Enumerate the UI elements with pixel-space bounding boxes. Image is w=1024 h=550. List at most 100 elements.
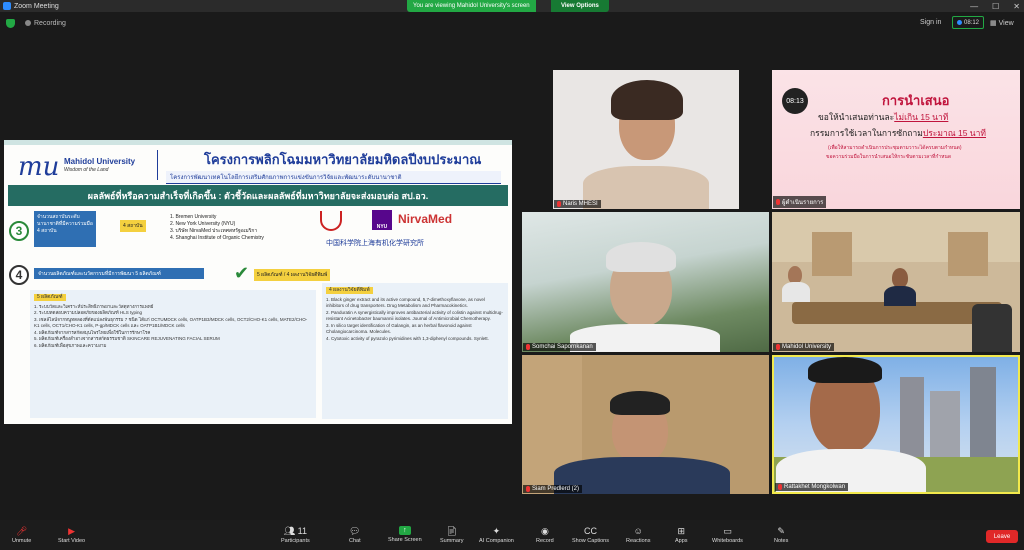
publication-item: 3. In silico target identification of Ga… (326, 322, 472, 335)
apps-icon: ⊞ (677, 526, 686, 536)
institution-list: 1. Bremen University 2. New York Univers… (170, 214, 264, 242)
step-4-badge: 5 ผลิตภัณฑ์ / 4 ผลงานวิจัยตีพิมพ์ (254, 269, 331, 281)
captions-icon: CC (584, 526, 597, 536)
view-options-button[interactable]: View Options (551, 0, 609, 12)
close-icon[interactable]: ✕ (1013, 2, 1020, 11)
show-captions-button[interactable]: CC Show Captions (572, 526, 609, 544)
whiteboards-button[interactable]: ▭ Whiteboards (712, 526, 743, 544)
participant-name-label: Mahidol University (773, 343, 835, 351)
institution-item: 4. Shanghai Institute of Organic Chemist… (170, 235, 264, 241)
products-header: 5 ผลิตภัณฑ์ (34, 294, 66, 301)
record-label: Record (536, 538, 554, 544)
video-tile-slide[interactable]: 08:13 การนำเสนอ ขอให้นำเสนอท่านละไม่เกิน… (772, 70, 1020, 209)
nyu-logo: NYU (372, 210, 392, 230)
ai-companion-label: AI Companion (479, 538, 514, 544)
participant-hair (610, 391, 670, 415)
maximize-icon[interactable]: ☐ (992, 2, 999, 11)
slide-top-strip (4, 140, 512, 145)
timer-text: 08:12 (963, 19, 979, 26)
participant-face (892, 268, 908, 288)
slide-line-2-highlight: ประมาณ 15 นาที (922, 128, 986, 138)
participant-body (782, 282, 810, 302)
participant-name: Mahidol University (782, 344, 832, 350)
bremen-logo (320, 211, 342, 231)
slide-line-1-text: ขอให้นำเสนอท่านละ (818, 112, 895, 122)
security-shield-icon[interactable] (6, 18, 15, 28)
participant-name-label: ผู้ดำเนินรายการ (773, 196, 827, 208)
participant-name: Somchai Sapornkanan (532, 344, 593, 350)
unmute-button[interactable]: 🎤︎ Unmute (12, 526, 31, 544)
muted-mic-icon (778, 484, 782, 490)
whiteboard-icon: ▭ (723, 526, 732, 536)
start-video-button[interactable]: ▶ Start Video (58, 526, 85, 544)
share-screen-button[interactable]: ↑ Share Screen (388, 526, 422, 543)
participant-name-label: Rattakhet Mongkolwan (775, 483, 849, 491)
chat-label: Chat (349, 538, 361, 544)
participants-label: Participants (281, 538, 310, 544)
participants-button[interactable]: 👥︎ 11 Participants (281, 526, 310, 544)
record-button[interactable]: ◉ Record (536, 526, 554, 544)
step-3-badge: 4 สถาบัน (120, 220, 146, 232)
recording-dot-icon (25, 20, 31, 26)
participant-name: Siam Predlerd (2) (532, 486, 580, 492)
viewing-banner: You are viewing Mahidol University's scr… (407, 0, 536, 12)
participants-count: 11 (297, 526, 308, 536)
slide-timer: 08:13 (782, 88, 808, 114)
summary-button[interactable]: 📄︎ Summary (440, 526, 464, 544)
slide-line-2: กรรมการใช้เวลาในการซักถามประมาณ 15 นาที (810, 126, 986, 140)
slide-section-banner: ผลลัพธ์ที่หรือความสำเร็จที่เกิดขึ้น : ตั… (8, 185, 508, 206)
participant-hair (606, 242, 676, 272)
slide-note-2: ขอความร่วมมือในการนำเสนอให้กระชับตามเวลา… (826, 154, 952, 160)
view-button[interactable]: ▦ View (990, 19, 1014, 28)
apps-button[interactable]: ⊞ Apps (675, 526, 688, 544)
sign-in-link[interactable]: Sign in (920, 19, 941, 26)
video-off-icon: ▶ (68, 526, 76, 536)
slide-line-1: ขอให้นำเสนอท่านละไม่เกิน 15 นาที (818, 110, 948, 124)
slide-note-1: (เพื่อให้สามารถดำเนินการประชุมตามวาระได้… (828, 145, 962, 151)
step-3-box: จำนวนสถาบันระดับนานาชาติที่มีความร่วมมือ… (34, 211, 96, 247)
notes-button[interactable]: ✎ Notes (774, 526, 788, 544)
products-panel: 5 ผลิตภัณฑ์ 1. ระบบวัดและวิเคราะห์ประสิท… (30, 290, 316, 418)
summary-icon: 📄︎ (446, 526, 458, 536)
chat-icon: 💬︎ (349, 526, 361, 536)
org-name: Mahidol University (64, 157, 136, 166)
checkmark-icon: ✔ (234, 263, 250, 283)
institution-item: 2. New York University (NYU) (170, 221, 236, 227)
video-tile[interactable]: Siam Predlerd (2) (522, 355, 769, 494)
participant-name-label: Naris MHESI (554, 200, 601, 208)
leave-button[interactable]: Leave (986, 530, 1018, 543)
share-screen-label: Share Screen (388, 537, 422, 543)
ai-companion-button[interactable]: ✦ AI Companion (479, 526, 514, 544)
view-button-label: View (998, 19, 1014, 27)
reactions-button[interactable]: ☺ Reactions (626, 526, 650, 544)
participant-name-label: Siam Predlerd (2) (523, 485, 583, 493)
show-captions-label: Show Captions (572, 538, 609, 544)
notes-icon: ✎ (777, 526, 785, 536)
shared-screen: mu Mahidol University Wisdom of the Land… (4, 140, 512, 424)
slide-subtitle: โครงการพัฒนาเทคโนโลยีการเสริมศักยภาพการแ… (166, 171, 501, 184)
recording-indicator: Recording (25, 20, 66, 27)
muted-mic-icon (557, 201, 561, 207)
nirvamed-logo: NirvaMed (398, 212, 453, 226)
video-tile[interactable]: Mahidol University (772, 212, 1020, 352)
product-item: 6. ผลิตภัณฑ์เพื่อสุขภาพและความงาม (34, 342, 107, 348)
step-3-number: 3 (9, 221, 29, 241)
video-tile[interactable]: Somchai Sapornkanan (522, 212, 769, 352)
bg-building (930, 391, 960, 467)
participant-hair (808, 357, 882, 383)
minimize-icon[interactable]: — (970, 2, 978, 11)
muted-mic-icon (526, 344, 530, 350)
publications-header: 4 ผลงานวิจัยตีพิมพ์ (326, 287, 373, 294)
muted-mic-icon (526, 486, 530, 492)
chat-button[interactable]: 💬︎ Chat (349, 526, 361, 544)
meeting-timer: 08:12 (952, 16, 984, 29)
app-title-text: Zoom Meeting (14, 2, 59, 10)
start-video-label: Start Video (58, 538, 86, 544)
video-tile-active-speaker[interactable]: Rattakhet Mongkolwan (772, 355, 1020, 494)
participant-body (884, 286, 916, 306)
video-tile[interactable]: Naris MHESI (553, 70, 739, 209)
participant-name: Rattakhet Mongkolwan (784, 484, 846, 490)
participant-body (583, 166, 709, 209)
window-controls: — ☐ ✕ (970, 0, 1020, 12)
muted-mic-icon (776, 199, 780, 205)
